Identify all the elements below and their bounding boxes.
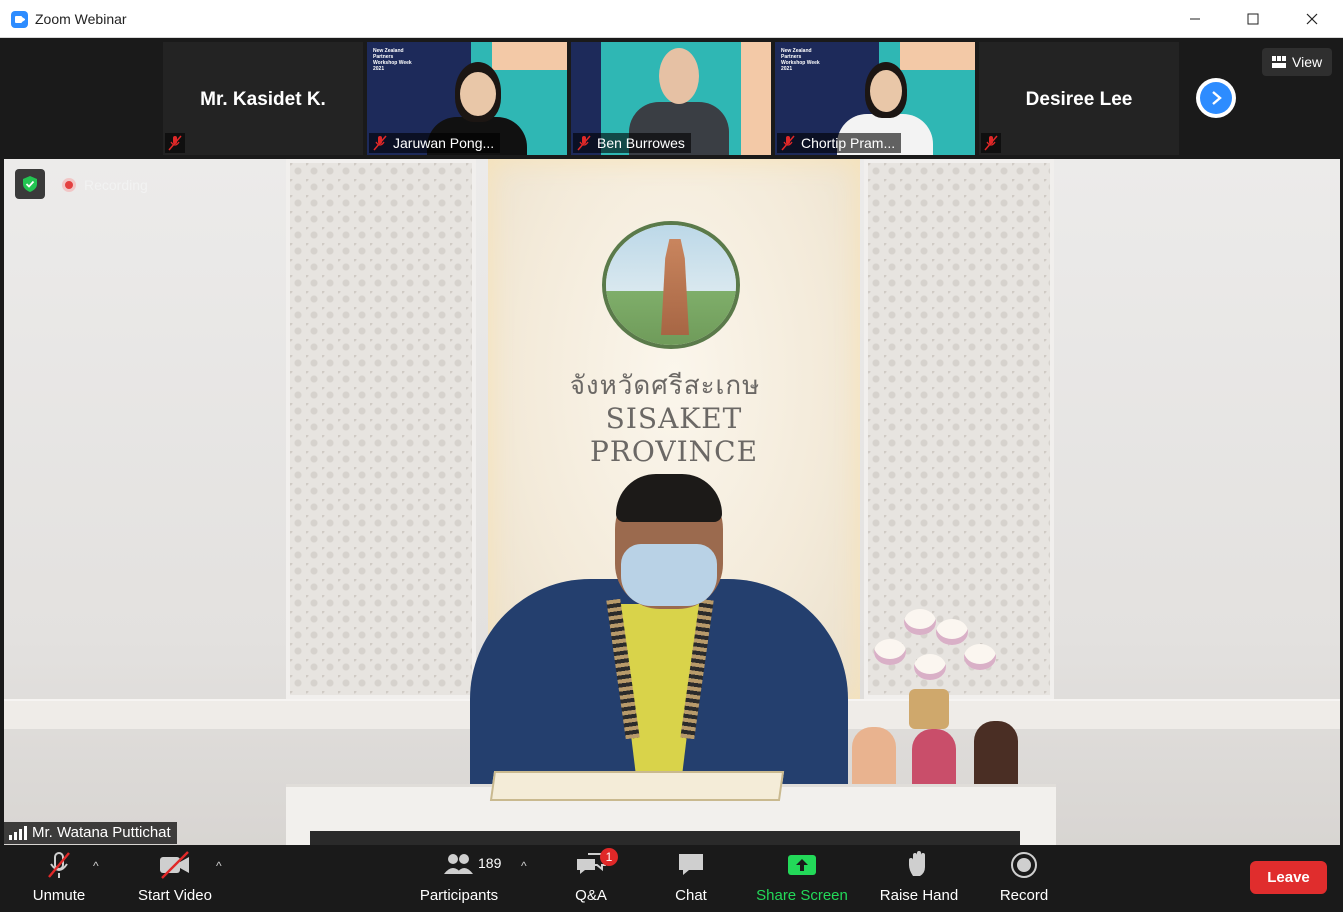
close-icon (1306, 13, 1318, 25)
chat-label: Chat (675, 887, 707, 904)
view-button[interactable]: View (1262, 48, 1332, 76)
start-video-button[interactable]: Start Video (134, 845, 216, 912)
title-bar: Zoom Webinar (0, 0, 1343, 38)
minimize-button[interactable] (1172, 0, 1218, 38)
slide-caption: New Zealand Partners Workshop Week 2021 (373, 48, 412, 72)
chat-button[interactable]: Chat (666, 845, 716, 912)
muted-mic-icon (577, 135, 591, 151)
muted-mic-icon (165, 133, 185, 153)
raise-hand-button[interactable]: Raise Hand (876, 845, 962, 912)
grid-view-icon (1272, 56, 1286, 68)
participant-label: Jaruwan Pong... (369, 133, 501, 153)
qa-bubbles-icon: 1 (566, 845, 618, 885)
raise-hand-icon (904, 845, 934, 885)
decorative-wall-panel (286, 159, 476, 699)
participant-tile-desiree[interactable]: Desiree Lee (979, 42, 1179, 155)
audio-options-chevron-up-icon[interactable]: ^ (93, 859, 99, 873)
meeting-toolbar: Unmute ^ Start Video ^ 189 Participants … (0, 845, 1343, 912)
participant-name: Jaruwan Pong... (393, 135, 495, 151)
zoom-app-icon (11, 11, 28, 28)
raise-hand-label: Raise Hand (879, 887, 959, 904)
participants-label: Participants (419, 887, 499, 904)
speaker-name: Mr. Watana Puttichat (32, 824, 171, 841)
participants-options-chevron-up-icon[interactable]: ^ (521, 859, 527, 873)
participant-name: Chortip Pram... (801, 135, 896, 151)
minimize-icon (1190, 18, 1200, 20)
record-dot-icon (62, 178, 76, 192)
close-button[interactable] (1289, 0, 1335, 38)
next-page-button[interactable] (1196, 78, 1236, 118)
participant-name: Desiree Lee (1025, 89, 1133, 110)
recording-indicator: Recording (62, 177, 148, 193)
share-screen-label: Share Screen (756, 887, 848, 904)
recording-label: Recording (84, 177, 148, 193)
leave-button[interactable]: Leave (1250, 861, 1327, 894)
participant-label: Chortip Pram... (777, 133, 902, 153)
participant-name: Ben Burrowes (597, 135, 685, 151)
participant-tile-ben[interactable]: Ben Burrowes (571, 42, 771, 155)
muted-microphone-icon (44, 845, 74, 885)
window-title: Zoom Webinar (35, 11, 127, 27)
participant-name: Mr. Kasidet K. (200, 89, 326, 110)
unmute-label: Unmute (32, 887, 86, 904)
muted-mic-icon (981, 133, 1001, 153)
participant-tile-jaruwan[interactable]: New Zealand Partners Workshop Week 2021 … (367, 42, 567, 155)
gallery-strip: Mr. Kasidet K. New Zealand Partners Work… (0, 38, 1343, 158)
face-mask (621, 544, 717, 606)
participants-button[interactable]: 189 Participants (416, 845, 502, 912)
chevron-right-icon (1200, 82, 1232, 114)
chat-bubble-icon (676, 845, 706, 885)
active-speaker-video: จังหวัดศรีสะเกษ SISAKET PROVINCE Recordi… (4, 159, 1340, 845)
video-off-icon (158, 845, 192, 885)
backdrop-english-text: SISAKET PROVINCE (589, 402, 759, 468)
muted-mic-icon (373, 135, 387, 151)
maximize-button[interactable] (1230, 0, 1276, 38)
participant-tile-chortip[interactable]: New Zealand Partners Workshop Week 2021 … (775, 42, 975, 155)
participants-count: 189 (478, 855, 502, 871)
participant-label: Ben Burrowes (573, 133, 691, 153)
active-speaker-label: Mr. Watana Puttichat (4, 822, 177, 844)
backdrop-thai-text: จังหวัดศรีสะเกษ (569, 370, 761, 400)
record-button[interactable]: Record (996, 845, 1052, 912)
participants-icon: 189 (416, 845, 502, 885)
video-options-chevron-up-icon[interactable]: ^ (216, 859, 222, 873)
share-screen-button[interactable]: Share Screen (754, 845, 850, 912)
unmute-button[interactable]: Unmute (28, 845, 90, 912)
maximize-icon (1247, 13, 1259, 25)
slide-caption: New Zealand Partners Workshop Week 2021 (781, 48, 820, 72)
qa-notification-badge: 1 (600, 848, 618, 866)
qa-button[interactable]: 1 Q&A (566, 845, 618, 912)
view-label: View (1292, 54, 1323, 70)
start-video-label: Start Video (138, 887, 212, 904)
participant-tile-kasidet[interactable]: Mr. Kasidet K. (163, 42, 363, 155)
province-emblem (602, 221, 740, 349)
security-shield-icon[interactable] (15, 169, 45, 199)
record-icon (1009, 845, 1039, 885)
signal-bars-icon (9, 826, 27, 840)
share-screen-icon (786, 845, 818, 885)
document-paper (489, 771, 785, 801)
muted-mic-icon (781, 135, 795, 151)
qa-label: Q&A (575, 887, 607, 904)
record-label: Record (999, 887, 1049, 904)
